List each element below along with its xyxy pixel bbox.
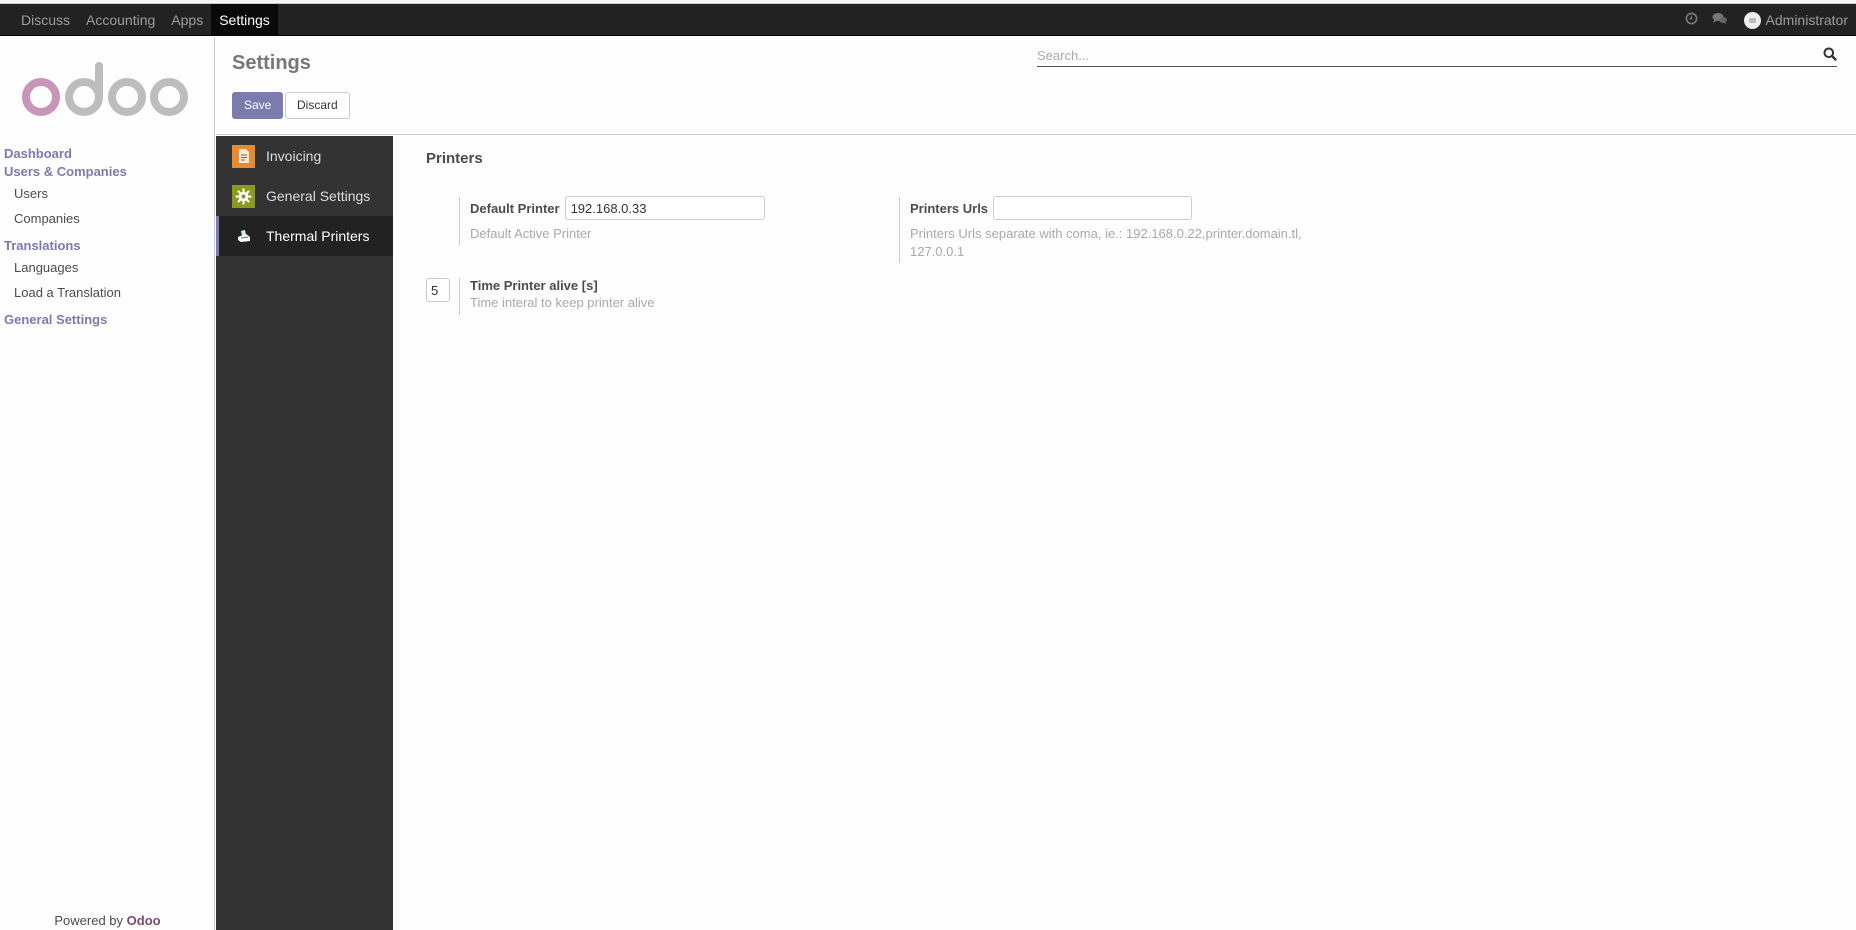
chat-icon[interactable] [1706,12,1734,28]
settings-apps-panel: Invoicing General Settings Thermal Print… [216,136,393,930]
app-tab-label: Invoicing [266,148,322,164]
section-title-printers: Printers [426,150,483,167]
menu-apps[interactable]: Apps [163,4,211,36]
menu-discuss[interactable]: Discuss [13,4,78,36]
app-tab-label: General Settings [266,188,371,204]
menu-settings[interactable]: Settings [211,4,278,36]
gear-icon [232,184,255,208]
printers-urls-input[interactable] [993,196,1193,220]
main-menu: Discuss Accounting Apps Settings [13,4,278,36]
default-printer-help: Default Active Printer [470,226,592,241]
app-tab-thermal-printers[interactable]: Thermal Printers [216,216,393,256]
printers-urls-help: Printers Urls separate with coma, ie.: 1… [910,226,1302,259]
menu-accounting[interactable]: Accounting [78,4,163,36]
clock-icon[interactable] [1678,12,1706,28]
sidebar-nav: Dashboard Users & Companies Users Compan… [0,145,215,329]
time-alive-label: Time Printer alive [s] [470,278,598,293]
odoo-logo[interactable] [22,59,190,117]
sidebar: Dashboard Users & Companies Users Compan… [0,37,215,930]
printer-icon [232,225,255,248]
control-panel: Settings Save Discard [216,37,1856,135]
page-title: Settings [232,52,311,74]
sidebar-item-users-companies[interactable]: Users & Companies [0,163,215,181]
time-alive-help: Time interal to keep printer alive [470,295,655,310]
search-bar [1037,45,1837,67]
sidebar-item-translations[interactable]: Translations [0,237,215,255]
powered-by-text: Powered by [54,913,124,928]
user-name: Administrator [1765,12,1848,28]
user-menu[interactable]: Administrator [1743,11,1848,29]
settings-content: Printers Default Printer Default Active … [393,136,1856,930]
app-tab-general-settings[interactable]: General Settings [216,176,393,216]
powered-by: Powered by Odoo [0,912,215,930]
discard-button[interactable]: Discard [285,92,350,119]
search-input[interactable] [1037,45,1797,65]
sidebar-item-load-translation[interactable]: Load a Translation [0,280,215,305]
app-tab-label: Thermal Printers [266,228,370,244]
app-tab-invoicing[interactable]: Invoicing [216,136,393,176]
default-printer-input[interactable] [564,196,765,220]
sidebar-item-companies[interactable]: Companies [0,206,215,231]
odoo-link[interactable]: Odoo [127,913,161,928]
systray: Administrator [1678,4,1848,36]
top-navbar: Discuss Accounting Apps Settings Adminis… [0,4,1856,36]
invoice-icon [232,144,255,168]
sidebar-item-languages[interactable]: Languages [0,255,215,280]
printers-urls-label: Printers Urls [910,200,989,216]
save-button[interactable]: Save [232,92,284,119]
sidebar-item-users[interactable]: Users [0,181,215,206]
default-printer-label: Default Printer [470,200,560,216]
time-alive-input[interactable] [426,278,450,302]
avatar [1743,11,1761,29]
sidebar-item-general-settings[interactable]: General Settings [0,311,215,329]
search-icon[interactable] [1823,47,1837,61]
sidebar-item-dashboard[interactable]: Dashboard [0,145,215,163]
